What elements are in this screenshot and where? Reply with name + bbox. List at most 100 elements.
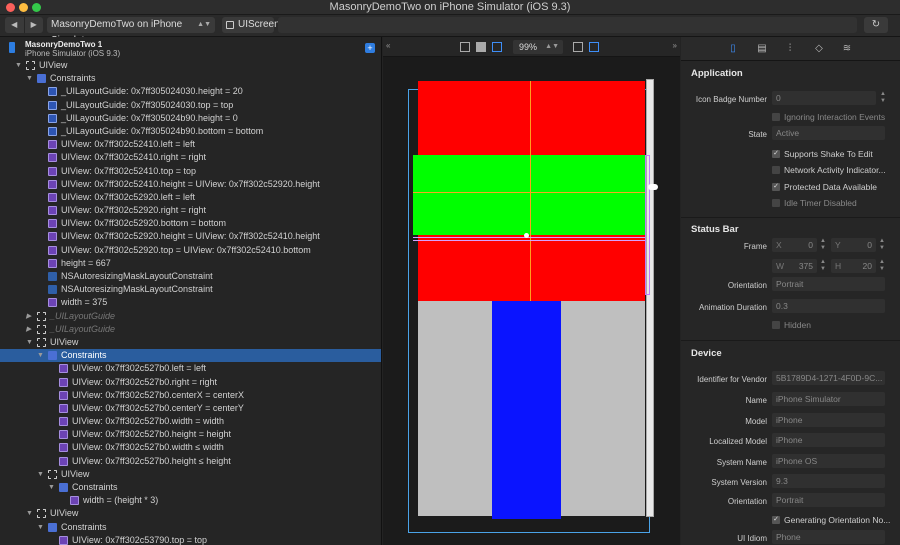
blue-view[interactable] xyxy=(492,301,561,519)
tree-row[interactable]: UIView: 0x7ff302c52920.height = UIView: … xyxy=(0,230,381,243)
tree-row[interactable]: UIView: 0x7ff302c527b0.centerY = centerY xyxy=(0,402,381,415)
disclosure-closed-icon[interactable]: ▶ xyxy=(26,323,31,336)
zoom-window-icon[interactable] xyxy=(32,3,41,12)
disclosure-open-icon[interactable]: ▼ xyxy=(37,468,44,481)
back-icon[interactable]: ◀ xyxy=(5,17,25,33)
tree-row[interactable]: UIView: 0x7ff302c52410.right = right xyxy=(0,151,381,164)
ui-idiom-select[interactable]: Phone xyxy=(772,530,885,544)
generating-orientation-checkbox[interactable]: ✓ Generating Orientation No... xyxy=(772,515,890,525)
tree-row[interactable]: _UILayoutGuide: 0x7ff305024030.height = … xyxy=(0,85,381,98)
disclosure-open-icon[interactable]: ▼ xyxy=(26,72,33,85)
frame-w-field[interactable]: W 375 xyxy=(772,259,817,273)
uiscreen-button[interactable]: UIScreen xyxy=(222,17,280,33)
tree-row[interactable]: ▼ Constraints xyxy=(0,521,381,534)
shake-edit-checkbox[interactable]: ✓ Supports Shake To Edit xyxy=(772,149,873,159)
tree-row[interactable]: _UILayoutGuide: 0x7ff305024b90.height = … xyxy=(0,112,381,125)
scheme-selector[interactable]: MasonryDemoTwo on iPhone Simulator ▲▼ xyxy=(47,17,215,46)
tree-row[interactable]: UIView: 0x7ff302c52920.top = UIView: 0x7… xyxy=(0,244,381,257)
tree-row[interactable]: UIView: 0x7ff302c527b0.left = left xyxy=(0,362,381,375)
tree-row[interactable]: ▼ UIView xyxy=(0,468,381,481)
hidden-checkbox[interactable]: Hidden xyxy=(772,320,811,330)
tree-row[interactable]: ▶ _UILayoutGuide xyxy=(0,310,381,323)
layout-inspector-icon[interactable]: ▤ xyxy=(756,43,768,55)
tree-row[interactable]: ▼ Constraints xyxy=(0,349,381,363)
disclosure-open-icon[interactable]: ▼ xyxy=(37,521,44,534)
disclosure-open-icon[interactable]: ▼ xyxy=(37,349,44,362)
stepper-icon[interactable]: ▲ ▼ xyxy=(878,238,886,252)
frame-x-field[interactable]: X0 xyxy=(772,238,817,252)
model-field[interactable]: iPhone xyxy=(772,413,885,427)
disclosure-closed-icon[interactable]: ▶ xyxy=(26,310,31,323)
tree-row[interactable]: ▶ _UILayoutGuide xyxy=(0,323,381,336)
tree-row[interactable]: UIView: 0x7ff302c527b0.centerX = centerX xyxy=(0,389,381,402)
protected-data-checkbox[interactable]: ✓ Protected Data Available xyxy=(772,182,877,192)
idle-timer-checkbox[interactable]: Idle Timer Disabled xyxy=(772,198,857,208)
orientation-select[interactable]: Portrait xyxy=(772,277,885,291)
file-inspector-icon[interactable]: ▯ xyxy=(727,43,739,55)
show-content-icon[interactable] xyxy=(476,42,486,52)
refresh-icon[interactable]: ↻ xyxy=(864,17,888,33)
tree-row[interactable]: UIView: 0x7ff302c53790.top = top xyxy=(0,534,381,545)
disclosure-open-icon[interactable]: ▼ xyxy=(48,481,55,494)
collapse-left-icon[interactable]: « xyxy=(386,41,390,50)
disclosure-open-icon[interactable]: ▼ xyxy=(26,336,33,349)
stepper-icon[interactable]: ▲ ▼ xyxy=(878,259,886,273)
stepper-icon[interactable]: ▲ ▼ xyxy=(819,238,827,252)
frame-h-field[interactable]: H 20 xyxy=(831,259,876,273)
vendor-field[interactable]: 5B1789D4-1271-4F0D-9C... xyxy=(772,371,885,385)
tree-row[interactable]: UIView: 0x7ff302c52920.right = right xyxy=(0,204,381,217)
device-frame-icon[interactable] xyxy=(573,42,583,52)
layers-inspector-icon[interactable]: ≋ xyxy=(841,43,853,55)
tree-row[interactable]: width = (height * 3) xyxy=(0,494,381,507)
attributes-inspector-icon[interactable]: ⫶ xyxy=(784,43,796,55)
disclosure-open-icon[interactable]: ▼ xyxy=(26,507,33,520)
icon-badge-field[interactable]: 0 xyxy=(772,91,876,105)
tree-row[interactable]: UIView: 0x7ff302c527b0.height = height xyxy=(0,428,381,441)
tree-row[interactable]: UIView: 0x7ff302c527b0.width ≤ width xyxy=(0,441,381,454)
state-select[interactable]: Active xyxy=(772,126,885,140)
app-header[interactable]: MasonryDemoTwo 1 iPhone Simulator (iOS 9… xyxy=(0,37,381,59)
frame-y-field[interactable]: Y0 xyxy=(831,238,876,252)
ruler-inspector-icon[interactable]: ◇ xyxy=(813,43,825,55)
show-constraints-icon[interactable] xyxy=(492,42,502,52)
tree-row[interactable]: UIView: 0x7ff302c52920.left = left xyxy=(0,191,381,204)
tree-row[interactable]: ▼ UIView xyxy=(0,336,381,349)
localized-model-field[interactable]: iPhone xyxy=(772,433,885,447)
filter-field[interactable] xyxy=(278,17,857,33)
disclosure-open-icon[interactable]: ▼ xyxy=(15,59,22,72)
anchor-handle[interactable] xyxy=(524,233,529,238)
resize-handle[interactable] xyxy=(648,184,658,190)
tree-row[interactable]: _UILayoutGuide: 0x7ff305024030.top = top xyxy=(0,99,381,112)
add-icon[interactable]: + xyxy=(365,43,375,53)
close-icon[interactable] xyxy=(6,3,15,12)
animation-duration-field[interactable]: 0.3 xyxy=(772,299,885,313)
tree-row[interactable]: NSAutoresizingMaskLayoutConstraint xyxy=(0,283,381,296)
device-orientation-select[interactable]: Portrait xyxy=(772,493,885,507)
tree-row[interactable]: width = 375 xyxy=(0,296,381,309)
minimize-icon[interactable] xyxy=(19,3,28,12)
network-indicator-checkbox[interactable]: Network Activity Indicator... xyxy=(772,165,886,175)
tree-row[interactable]: ▼ UIView xyxy=(0,507,381,520)
show-frames-icon[interactable] xyxy=(460,42,470,52)
green-view[interactable] xyxy=(413,155,645,235)
tree-row[interactable]: ▼ Constraints xyxy=(0,72,381,85)
tree-row[interactable]: _UILayoutGuide: 0x7ff305024b90.bottom = … xyxy=(0,125,381,138)
zoom-select[interactable]: 99% ▲▼ xyxy=(513,40,563,54)
tree-row[interactable]: NSAutoresizingMaskLayoutConstraint xyxy=(0,270,381,283)
tree-row[interactable]: UIView: 0x7ff302c52410.top = top xyxy=(0,165,381,178)
view-canvas[interactable] xyxy=(383,57,680,545)
ignoring-events-checkbox[interactable]: Ignoring Interaction Events xyxy=(772,112,885,122)
forward-icon[interactable]: ▶ xyxy=(25,17,44,33)
collapse-right-icon[interactable]: » xyxy=(673,41,677,50)
system-version-field[interactable]: 9.3 xyxy=(772,474,885,488)
split-view-icon[interactable] xyxy=(589,42,599,52)
tree-row[interactable]: UIView: 0x7ff302c527b0.width = width xyxy=(0,415,381,428)
tree-row[interactable]: UIView: 0x7ff302c52410.left = left xyxy=(0,138,381,151)
tree-row[interactable]: ▼ Constraints xyxy=(0,481,381,494)
tree-row[interactable]: UIView: 0x7ff302c52410.height = UIView: … xyxy=(0,178,381,191)
stepper-icon[interactable]: ▲ ▼ xyxy=(879,91,887,105)
name-field[interactable]: iPhone Simulator xyxy=(772,392,885,406)
tree-row[interactable]: UIView: 0x7ff302c527b0.height ≤ height xyxy=(0,455,381,468)
tree-row[interactable]: height = 667 xyxy=(0,257,381,270)
tree-row[interactable]: UIView: 0x7ff302c527b0.right = right xyxy=(0,376,381,389)
